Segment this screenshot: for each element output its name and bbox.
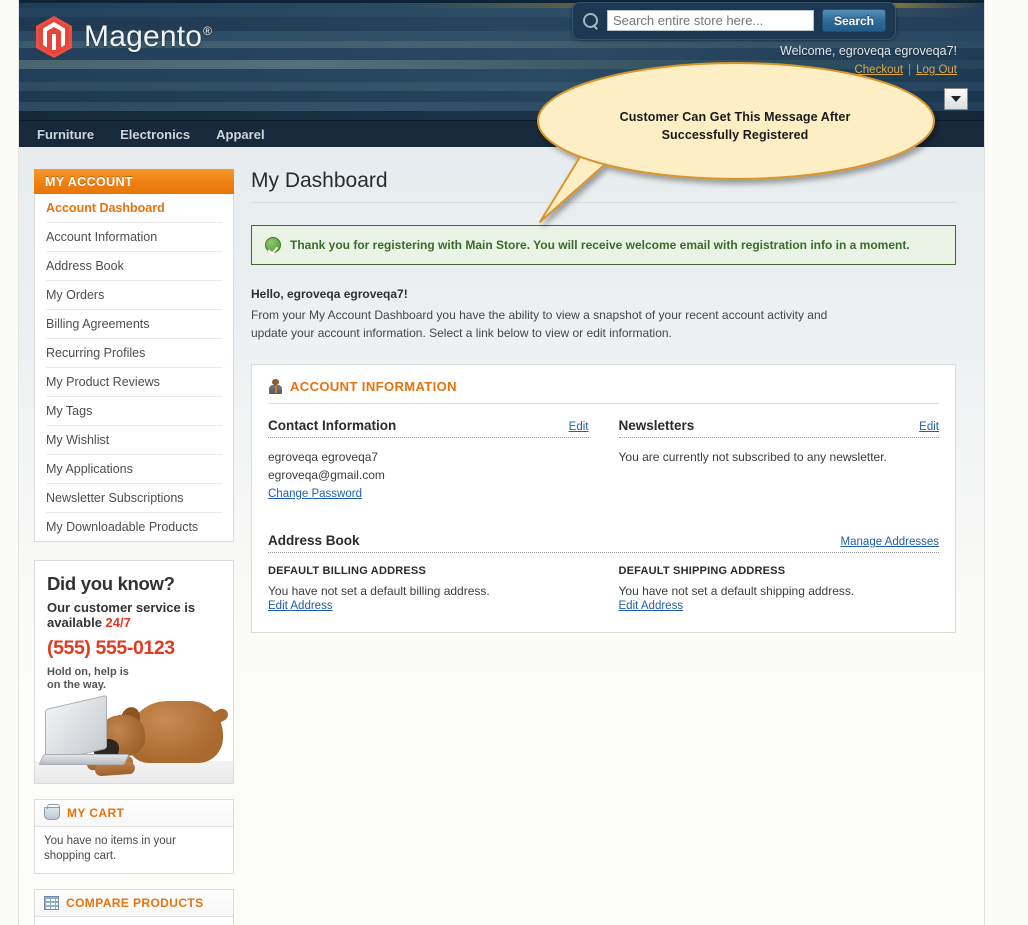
contact-email: egroveqa@gmail.com bbox=[268, 468, 385, 482]
my-account-header: MY ACCOUNT bbox=[34, 169, 234, 194]
account-information-panel: ACCOUNT INFORMATION Contact Information … bbox=[251, 364, 956, 633]
address-book-heading: Address Book bbox=[268, 533, 360, 548]
sidebar-item-my-tags[interactable]: My Tags bbox=[46, 397, 222, 426]
search-block: Search bbox=[571, 2, 896, 40]
search-icon bbox=[582, 12, 599, 29]
newsletters-heading: Newsletters bbox=[618, 418, 695, 433]
callout-line-1: Customer Can Get This Message After bbox=[619, 110, 851, 124]
my-cart-empty-text: You have no items in your shopping cart. bbox=[44, 835, 176, 862]
shipping-empty-text: You have not set a default shipping addr… bbox=[618, 584, 855, 598]
default-billing-address-title: DEFAULT BILLING ADDRESS bbox=[268, 565, 426, 577]
shipping-edit-address-link[interactable]: Edit Address bbox=[619, 600, 940, 612]
panel-columns: Contact Information Edit egroveqa egrove… bbox=[268, 418, 939, 503]
search-button[interactable]: Search bbox=[821, 9, 886, 32]
newsletters-status: You are currently not subscribed to any … bbox=[618, 450, 887, 464]
sidebar-item-my-product-reviews[interactable]: My Product Reviews bbox=[46, 368, 222, 397]
compare-icon bbox=[44, 896, 59, 910]
sidebar-item-my-wishlist[interactable]: My Wishlist bbox=[46, 426, 222, 455]
compare-products-header: COMPARE PRODUCTS bbox=[35, 890, 233, 917]
newsletters-column: Newsletters Edit You are currently not s… bbox=[618, 418, 939, 503]
contact-edit-link[interactable]: Edit bbox=[569, 421, 589, 433]
user-icon bbox=[268, 379, 283, 394]
default-shipping-address-title: DEFAULT SHIPPING ADDRESS bbox=[618, 565, 786, 577]
sidebar-item-address-book[interactable]: Address Book bbox=[46, 252, 222, 281]
greeting-text: Hello, egroveqa egroveqa7! bbox=[251, 287, 408, 301]
account-nav-list: Account Dashboard Account Information Ad… bbox=[34, 194, 234, 542]
customer-service-promo: Did you know? Our customer service is av… bbox=[34, 560, 234, 784]
sidebar-item-account-dashboard[interactable]: Account Dashboard bbox=[46, 194, 222, 223]
success-message-text: Thank you for registering with Main Stor… bbox=[290, 238, 910, 252]
sidebar-item-my-downloadable-products[interactable]: My Downloadable Products bbox=[46, 513, 222, 541]
intro-text: From your My Account Dashboard you have … bbox=[251, 306, 956, 342]
success-message-banner: Thank you for registering with Main Stor… bbox=[251, 225, 956, 265]
callout-text: Customer Can Get This Message After Succ… bbox=[535, 108, 935, 144]
change-password-link[interactable]: Change Password bbox=[268, 488, 362, 500]
address-columns: DEFAULT BILLING ADDRESS You have not set… bbox=[268, 565, 939, 612]
promo-line2-prefix: available bbox=[47, 615, 106, 630]
nav-item-electronics[interactable]: Electronics bbox=[120, 127, 190, 142]
laptop-keyboard bbox=[38, 754, 130, 765]
billing-edit-address-link[interactable]: Edit Address bbox=[268, 600, 589, 612]
magento-hexagon-icon bbox=[35, 15, 73, 59]
promo-247: 24/7 bbox=[105, 615, 131, 630]
my-cart-header: MY CART bbox=[35, 800, 233, 827]
promo-subtext: Our customer service is available 24/7 bbox=[47, 600, 221, 630]
language-select-button[interactable] bbox=[944, 88, 968, 110]
default-billing-address-text: You have not set a default billing addre… bbox=[268, 584, 589, 612]
billing-empty-text: You have not set a default billing addre… bbox=[268, 584, 490, 598]
intro-line-2: update your account information. Select … bbox=[251, 326, 672, 340]
default-billing-address-column: DEFAULT BILLING ADDRESS You have not set… bbox=[268, 565, 589, 612]
welcome-message: Welcome, egroveqa egroveqa7! bbox=[780, 44, 957, 58]
chevron-down-icon bbox=[951, 96, 961, 102]
compare-products-empty-text: You have no items to compare. bbox=[35, 917, 233, 925]
logo-wordmark: Magento® bbox=[84, 20, 213, 53]
sidebar-item-account-information[interactable]: Account Information bbox=[46, 223, 222, 252]
default-shipping-address-text: You have not set a default shipping addr… bbox=[619, 584, 940, 612]
cart-icon bbox=[44, 803, 60, 820]
newsletters-header: Newsletters Edit bbox=[618, 418, 939, 438]
annotation-callout: Customer Can Get This Message After Succ… bbox=[535, 60, 935, 223]
dashboard-content: My Dashboard Thank you for registering w… bbox=[251, 169, 956, 633]
sidebar-item-recurring-profiles[interactable]: Recurring Profiles bbox=[46, 339, 222, 368]
contact-name: egroveqa egroveqa7 bbox=[268, 450, 379, 464]
address-book-header: Address Book Manage Addresses bbox=[268, 533, 939, 553]
nav-item-apparel[interactable]: Apparel bbox=[216, 127, 264, 142]
promo-line1: Our customer service is bbox=[47, 600, 196, 615]
sidebar-item-my-orders[interactable]: My Orders bbox=[46, 281, 222, 310]
intro-line-1: From your My Account Dashboard you have … bbox=[251, 308, 828, 322]
nav-item-furniture[interactable]: Furniture bbox=[37, 127, 94, 142]
sidebar: MY ACCOUNT Account Dashboard Account Inf… bbox=[34, 169, 234, 925]
contact-information-column: Contact Information Edit egroveqa egrove… bbox=[268, 418, 589, 503]
compare-products-title: COMPARE PRODUCTS bbox=[66, 896, 204, 910]
dog-laptop-illustration bbox=[35, 665, 233, 783]
contact-information-header: Contact Information Edit bbox=[268, 418, 589, 438]
success-check-icon bbox=[265, 237, 281, 253]
promo-heading: Did you know? bbox=[47, 573, 175, 594]
compare-products-block: COMPARE PRODUCTS You have no items to co… bbox=[34, 889, 234, 925]
promo-phone-number: (555) 555-0123 bbox=[47, 637, 175, 659]
newsletters-edit-link[interactable]: Edit bbox=[919, 421, 939, 433]
sidebar-item-billing-agreements[interactable]: Billing Agreements bbox=[46, 310, 222, 339]
callout-line-2: Successfully Registered bbox=[661, 128, 809, 142]
sidebar-item-newsletter-subscriptions[interactable]: Newsletter Subscriptions bbox=[46, 484, 222, 513]
my-cart-block: MY CART You have no items in your shoppi… bbox=[34, 799, 234, 874]
address-book-section: Address Book Manage Addresses DEFAULT BI… bbox=[268, 533, 939, 612]
sidebar-item-my-applications[interactable]: My Applications bbox=[46, 455, 222, 484]
my-cart-title: MY CART bbox=[67, 806, 125, 820]
site-logo[interactable]: Magento® bbox=[35, 15, 212, 59]
contact-information-body: egroveqa egroveqa7 egroveqa@gmail.com Ch… bbox=[268, 448, 589, 503]
manage-addresses-link[interactable]: Manage Addresses bbox=[841, 536, 939, 548]
panel-title: ACCOUNT INFORMATION bbox=[290, 379, 457, 394]
main-content-area: MY ACCOUNT Account Dashboard Account Inf… bbox=[19, 147, 984, 925]
default-shipping-address-column: DEFAULT SHIPPING ADDRESS You have not se… bbox=[619, 565, 940, 612]
search-input[interactable] bbox=[606, 10, 814, 31]
panel-header: ACCOUNT INFORMATION bbox=[268, 379, 939, 404]
contact-information-heading: Contact Information bbox=[268, 418, 397, 433]
